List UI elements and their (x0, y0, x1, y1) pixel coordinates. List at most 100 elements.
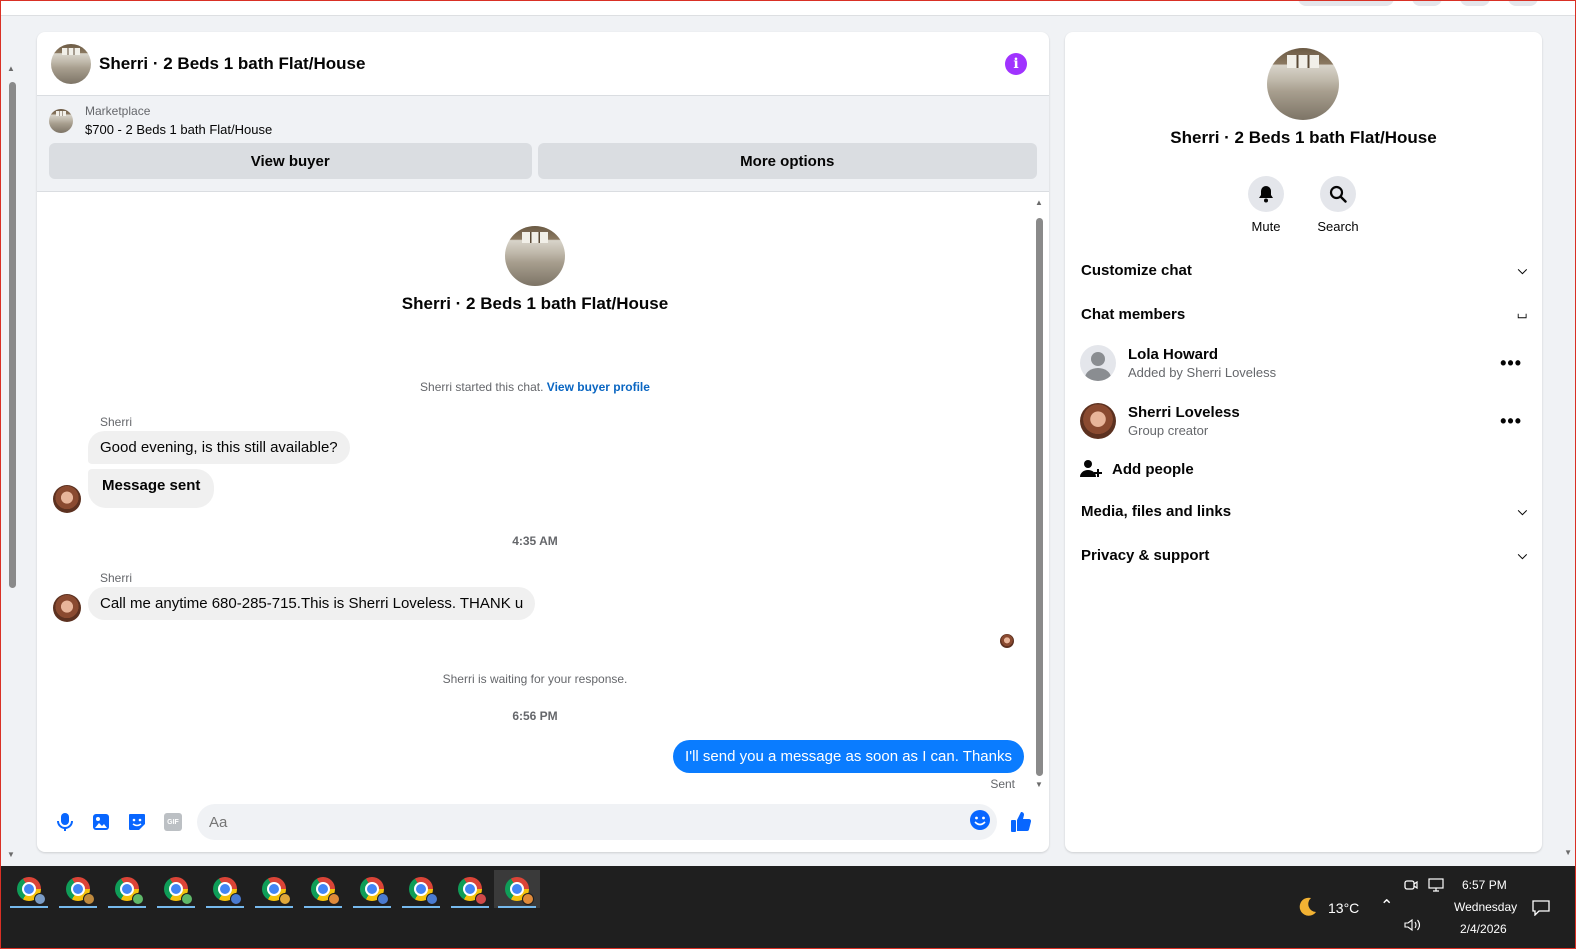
info-icon[interactable]: i (1005, 52, 1027, 75)
timestamp: 6:56 PM (512, 709, 558, 723)
clock-date[interactable]: 2/4/2026 (1460, 922, 1507, 936)
sender-avatar[interactable] (53, 485, 81, 513)
meet-now-icon[interactable] (1404, 878, 1418, 897)
chrome-icon[interactable] (349, 870, 395, 908)
thumbs-up-icon[interactable] (1003, 804, 1039, 840)
message-input[interactable] (209, 813, 969, 831)
top-search-stub[interactable] (1298, 0, 1394, 6)
add-people-button[interactable]: Add people (1080, 459, 1526, 479)
chat-started-notice: Sherri started this chat. View buyer pro… (37, 380, 1033, 394)
listing-price-title[interactable]: $700 - 2 Beds 1 bath Flat/House (85, 122, 272, 137)
chrome-icon[interactable] (6, 870, 52, 908)
top-notify-stub[interactable] (1460, 0, 1490, 6)
media-files-section[interactable]: Media, files and links ⌵ (1081, 503, 1527, 520)
default-avatar-icon (1080, 345, 1116, 381)
privacy-support-label: Privacy & support (1081, 547, 1210, 564)
outgoing-message[interactable]: I'll send you a message as soon as I can… (673, 740, 1024, 773)
chrome-icon[interactable] (494, 870, 540, 908)
windows-taskbar: 13°C ⌃ 6:57 PM Wednesday 2/4/2026 (0, 866, 1576, 949)
chrome-icon[interactable] (447, 870, 493, 908)
message-status: Sent (990, 777, 1015, 791)
scroll-down-arrow[interactable]: ▼ (7, 850, 15, 859)
gif-icon[interactable]: GIF (155, 804, 191, 840)
photo-icon[interactable] (83, 804, 119, 840)
bell-icon[interactable] (1248, 176, 1284, 212)
member-avatar (1080, 403, 1116, 439)
chat-members-section[interactable]: Chat members ⌴ (1081, 306, 1527, 323)
microphone-icon[interactable] (47, 804, 83, 840)
chevron-down-icon[interactable]: ⌵ (1518, 504, 1527, 519)
page-scrollbar-thumb[interactable] (9, 82, 16, 588)
chevron-up-icon[interactable]: ⌴ (1517, 307, 1527, 322)
window-scroll-down-arrow[interactable]: ▼ (1564, 848, 1572, 857)
more-options-button[interactable]: More options (537, 143, 1037, 179)
volume-icon[interactable] (1404, 918, 1422, 937)
search-icon[interactable] (1320, 176, 1356, 212)
member-name: Lola Howard (1128, 346, 1219, 363)
sender-avatar[interactable] (53, 594, 81, 622)
clock-time[interactable]: 6:57 PM (1462, 878, 1507, 892)
sender-name: Sherri (100, 571, 133, 585)
chrome-icon[interactable] (300, 870, 346, 908)
chrome-icon[interactable] (251, 870, 297, 908)
add-people-label: Add people (1112, 460, 1194, 478)
tray-chevron-up-icon[interactable]: ⌃ (1380, 896, 1393, 916)
conversation-avatar[interactable] (51, 43, 91, 84)
mute-action[interactable]: Mute (1236, 176, 1296, 234)
chrome-icon[interactable] (104, 870, 150, 908)
view-buyer-button[interactable]: View buyer (49, 143, 532, 179)
media-files-label: Media, files and links (1081, 503, 1232, 520)
incoming-message[interactable]: Call me anytime 680-285-715.This is Sher… (88, 587, 536, 620)
member-subtitle: Added by Sherri Loveless (1128, 365, 1277, 380)
chrome-icon[interactable] (202, 870, 248, 908)
info-panel-avatar (1267, 48, 1339, 120)
chat-header: Sherri · 2 Beds 1 bath Flat/House i (37, 32, 1049, 96)
chrome-icon[interactable] (55, 870, 101, 908)
incoming-message[interactable]: Message sent (88, 469, 215, 508)
waiting-notice: Sherri is waiting for your response. (442, 672, 628, 686)
scroll-up-arrow[interactable]: ▲ (7, 64, 15, 73)
customize-chat-section[interactable]: Customize chat ⌵ (1081, 262, 1527, 279)
top-profile-stub[interactable] (1508, 0, 1538, 6)
add-person-icon (1080, 460, 1102, 477)
moon-weather-icon[interactable] (1296, 896, 1318, 923)
member-row[interactable]: Lola Howard Added by Sherri Loveless ••• (1080, 345, 1526, 381)
timestamp: 4:35 AM (512, 534, 558, 548)
listing-thumbnail (49, 109, 73, 133)
message-composer: GIF (37, 800, 1049, 844)
chrome-icon[interactable] (398, 870, 444, 908)
sticker-icon[interactable] (119, 804, 155, 840)
member-subtitle: Group creator (1128, 423, 1209, 438)
member-row[interactable]: Sherri Loveless Group creator ••• (1080, 403, 1526, 439)
thread-scrollbar[interactable]: ▲ ▼ (1035, 198, 1043, 790)
search-action[interactable]: Search (1308, 176, 1368, 234)
marketplace-label: Marketplace (85, 104, 151, 118)
chat-window: Sherri · 2 Beds 1 bath Flat/House i Mark… (37, 32, 1049, 852)
more-options-icon[interactable]: ••• (1500, 353, 1522, 374)
view-buyer-profile-link[interactable]: View buyer profile (547, 380, 650, 394)
clock-day[interactable]: Wednesday (1454, 900, 1517, 914)
thread-scroll-up-arrow[interactable]: ▲ (1035, 198, 1043, 207)
chat-started-text: Sherri started this chat. (420, 380, 544, 394)
thread-scroll-down-arrow[interactable]: ▼ (1035, 780, 1043, 789)
chat-title[interactable]: Sherri · 2 Beds 1 bath Flat/House (99, 54, 365, 74)
more-options-icon[interactable]: ••• (1500, 411, 1522, 432)
notification-icon[interactable] (1532, 900, 1550, 921)
browser-top-strip (0, 0, 1576, 16)
marketplace-banner: Marketplace $700 - 2 Beds 1 bath Flat/Ho… (37, 96, 1049, 192)
conversation-info-panel: Sherri · 2 Beds 1 bath Flat/House Mute S… (1065, 32, 1542, 852)
chevron-down-icon[interactable]: ⌵ (1518, 548, 1527, 563)
network-icon[interactable] (1428, 878, 1444, 897)
thread-intro-avatar (505, 226, 565, 286)
emoji-icon[interactable] (969, 809, 991, 836)
page-scrollbar[interactable]: ▲ ▼ (4, 62, 18, 862)
chrome-icon[interactable] (153, 870, 199, 908)
chevron-down-icon[interactable]: ⌵ (1518, 263, 1527, 278)
thread-scrollbar-thumb[interactable] (1036, 218, 1043, 776)
privacy-support-section[interactable]: Privacy & support ⌵ (1081, 547, 1527, 564)
info-panel-title: Sherri · 2 Beds 1 bath Flat/House (1170, 128, 1437, 147)
thread-intro-title: Sherri · 2 Beds 1 bath Flat/House (401, 294, 669, 313)
incoming-message[interactable]: Good evening, is this still available? (88, 431, 350, 464)
top-menu-stub[interactable] (1412, 0, 1442, 6)
weather-temperature[interactable]: 13°C (1328, 900, 1359, 916)
